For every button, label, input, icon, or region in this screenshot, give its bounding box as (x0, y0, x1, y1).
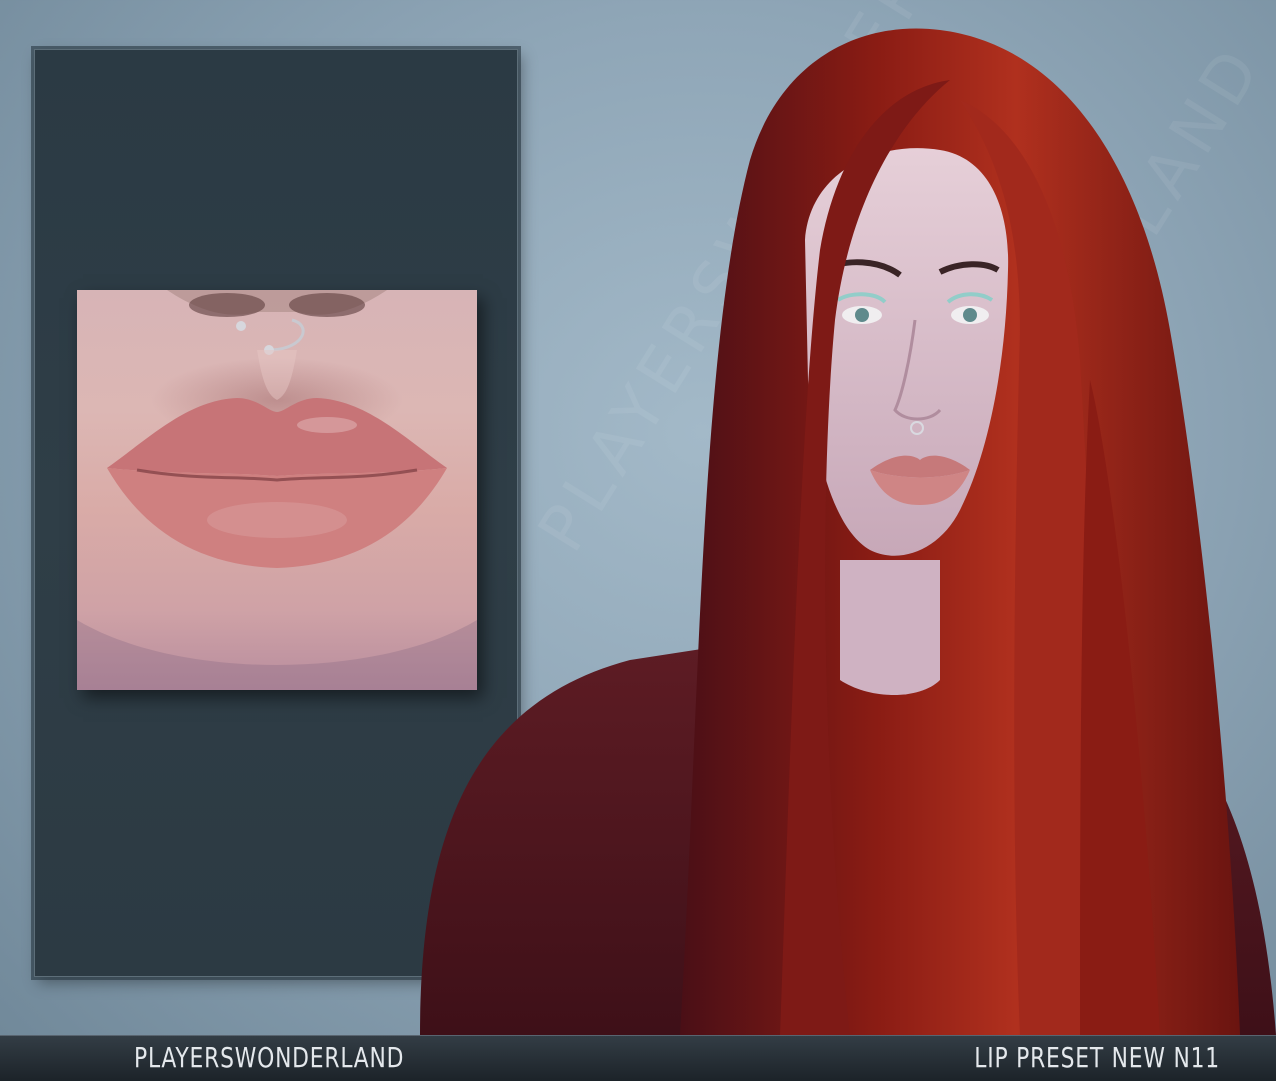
model-portrait-image (380, 0, 1276, 1036)
product-title: LIP PRESET NEW N11 (974, 1041, 1220, 1074)
brand-label: PLAYERSWONDERLAND (134, 1041, 405, 1074)
